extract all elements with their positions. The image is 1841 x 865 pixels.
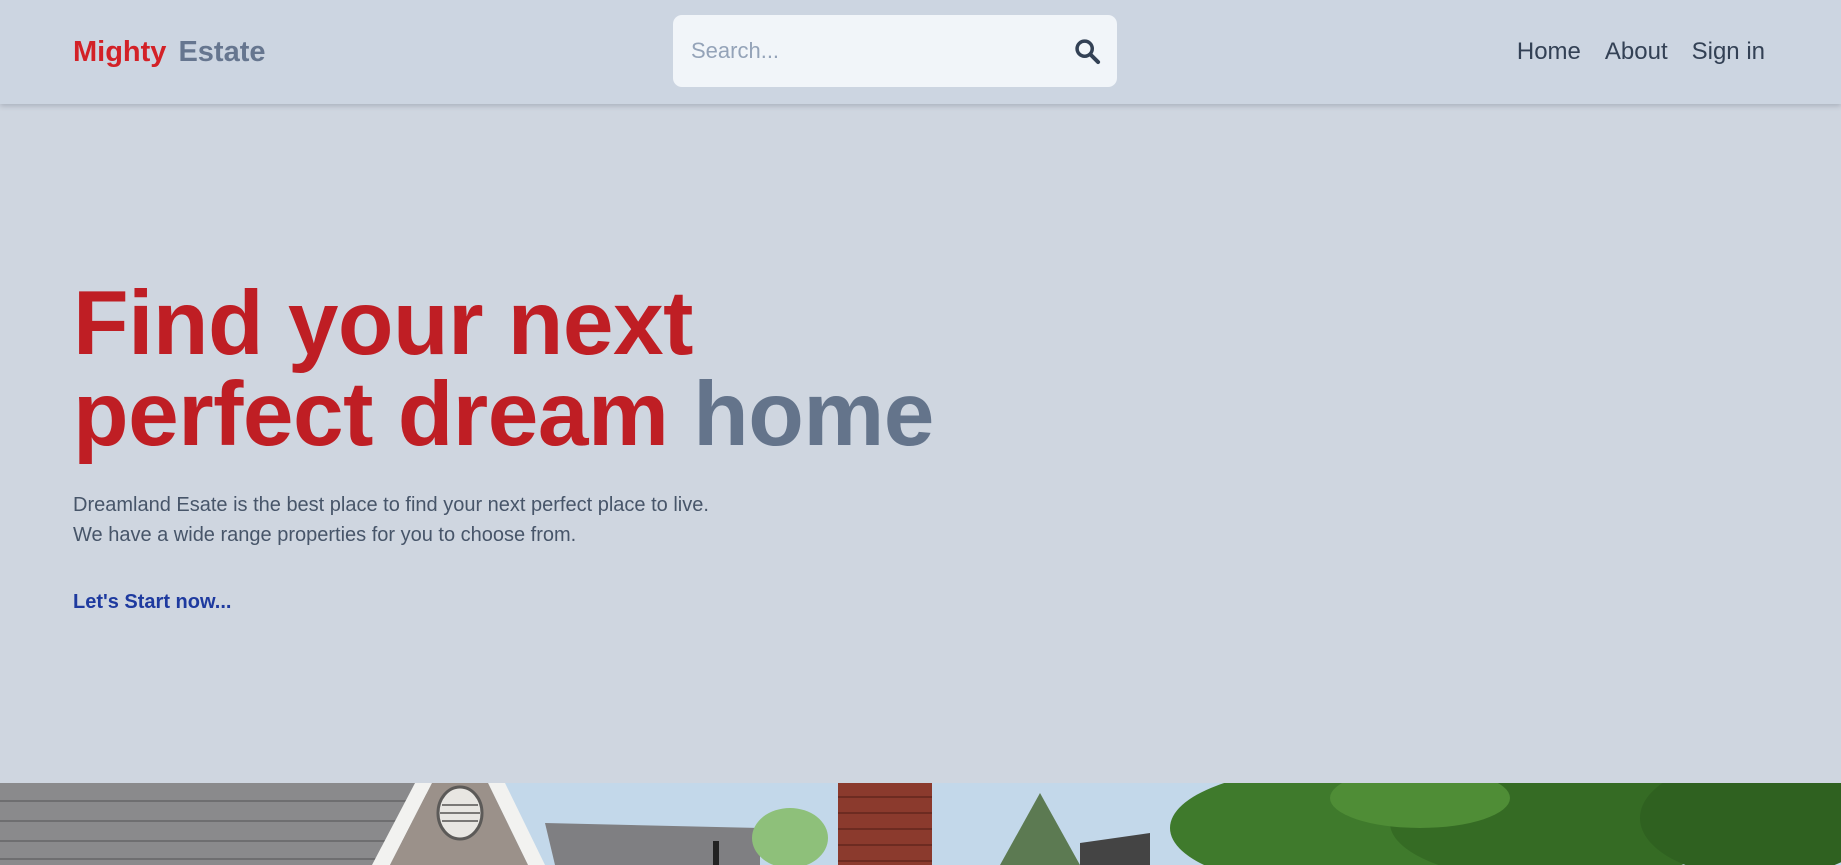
nav-sign-in[interactable]: Sign in — [1692, 34, 1765, 70]
start-now-link[interactable]: Let's Start now... — [73, 587, 231, 617]
search-input[interactable] — [691, 33, 1051, 69]
hero-description-line2: We have a wide range properties for you … — [73, 524, 577, 546]
search-icon[interactable] — [1073, 37, 1101, 65]
logo[interactable]: Mighty Estate — [73, 34, 265, 70]
logo-word-estate: Estate — [178, 36, 266, 68]
main-nav: Home About Sign in — [1517, 34, 1765, 70]
hero-title-line1: Find your next — [73, 273, 693, 374]
house-photo-illustration — [0, 783, 1841, 865]
search-box — [673, 15, 1117, 87]
house-photo — [0, 783, 1841, 865]
site-header: Mighty Estate Home About Sign in — [0, 0, 1841, 104]
nav-home[interactable]: Home — [1517, 34, 1581, 70]
hero-title-home: home — [693, 364, 934, 465]
hero-description: Dreamland Esate is the best place to fin… — [73, 490, 709, 550]
hero-description-line1: Dreamland Esate is the best place to fin… — [73, 494, 709, 516]
hero-title: Find your next perfect dream home — [73, 278, 934, 460]
logo-word-mighty: Mighty — [73, 36, 167, 68]
nav-about[interactable]: About — [1605, 34, 1668, 70]
hero-title-line2: perfect dream — [73, 364, 669, 465]
